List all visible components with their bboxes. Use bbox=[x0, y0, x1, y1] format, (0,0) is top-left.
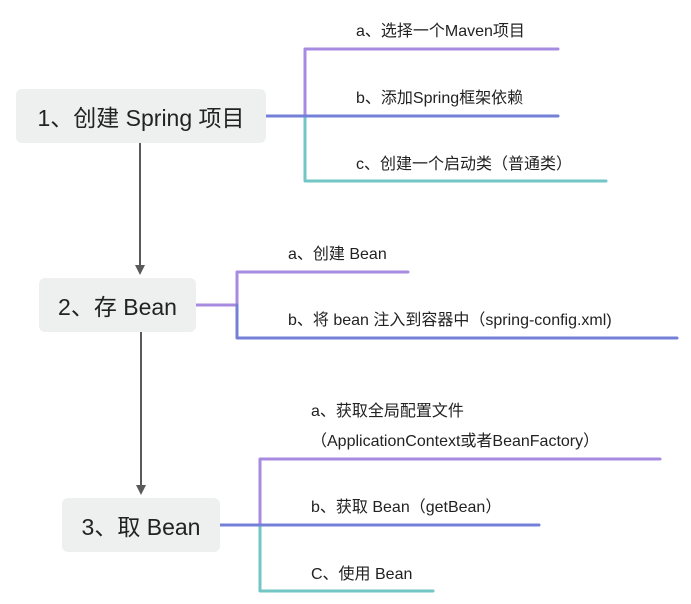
leaf-3a-detail: （ApplicationContext或者BeanFactory） bbox=[311, 433, 600, 450]
leaf-3c[interactable]: C、使用 Bean bbox=[311, 565, 412, 585]
step-label: 3、取 Bean bbox=[81, 514, 201, 540]
step-node-create-project[interactable]: 1、创建 Spring 项目 bbox=[16, 89, 266, 143]
leaf-2a[interactable]: a、创建 Bean bbox=[288, 245, 387, 265]
leaf-1c[interactable]: c、创建一个启动类（普通类） bbox=[356, 155, 572, 175]
step-label: 1、创建 Spring 项目 bbox=[37, 105, 245, 131]
leaf-1b[interactable]: b、添加Spring框架依赖 bbox=[356, 89, 523, 109]
leaf-3a[interactable]: a、获取全局配置文件 bbox=[311, 402, 464, 422]
step-node-get-bean[interactable]: 3、取 Bean bbox=[62, 498, 220, 552]
leaf-1a[interactable]: a、选择一个Maven项目 bbox=[356, 22, 525, 42]
step-label: 2、存 Bean bbox=[58, 294, 177, 320]
step-node-store-bean[interactable]: 2、存 Bean bbox=[39, 278, 196, 332]
leaf-2b[interactable]: b、将 bean 注入到容器中（spring-config.xml) bbox=[288, 311, 612, 331]
branch-2a bbox=[194, 270, 410, 307]
leaf-3b[interactable]: b、获取 Bean（getBean） bbox=[311, 498, 501, 518]
